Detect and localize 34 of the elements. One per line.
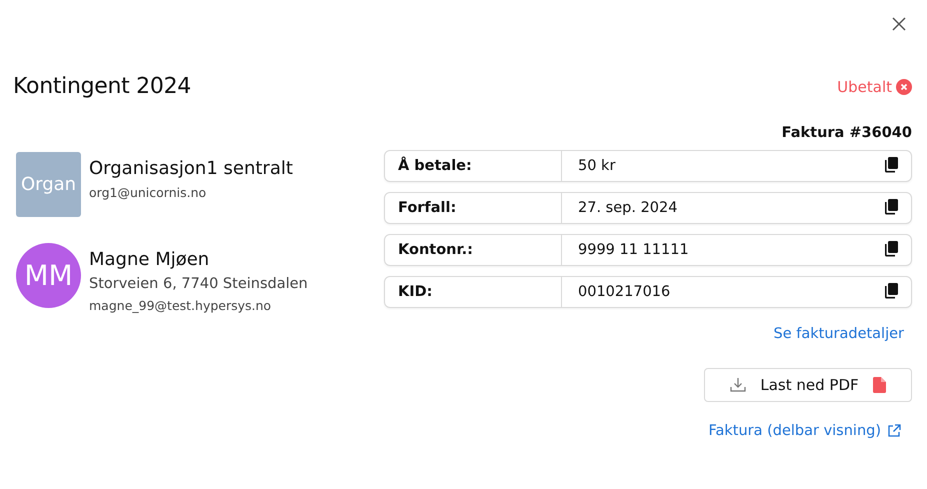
close-icon	[892, 17, 906, 31]
field-value: 27. sep. 2024	[577, 200, 678, 216]
copy-button[interactable]	[884, 283, 900, 301]
contact-address: Storveien 6, 7740 Steinsdalen	[89, 276, 308, 292]
invoice-title: Kontingent 2024	[13, 74, 191, 99]
download-pdf-button[interactable]: Last ned PDF	[704, 368, 912, 402]
pdf-file-icon	[872, 377, 886, 393]
download-icon	[730, 377, 746, 393]
contact-email: org1@unicornis.no	[89, 185, 208, 200]
avatar: Organ	[16, 152, 81, 217]
cross-icon	[896, 78, 912, 94]
copy-button[interactable]	[884, 157, 900, 175]
copy-icon	[884, 157, 898, 173]
share-link[interactable]: Faktura (delbar visning)	[708, 423, 901, 439]
field-label: Forfall:	[385, 193, 562, 223]
field-label: Å betale:	[385, 151, 562, 181]
status-label: Ubetalt	[837, 78, 892, 96]
copy-button[interactable]	[884, 241, 900, 259]
copy-button[interactable]	[884, 199, 900, 217]
invoice-number: Faktura #36040	[782, 125, 912, 141]
field-value: 9999 11 11111	[577, 242, 690, 258]
contact-email: magne_99@test.hypersys.no	[89, 298, 272, 313]
external-link-icon	[887, 424, 901, 438]
field-label: KID:	[385, 277, 562, 307]
details-link[interactable]: Se fakturadetaljer	[774, 326, 904, 342]
copy-icon	[884, 283, 898, 299]
contact-name: Magne Mjøen	[89, 249, 210, 270]
avatar: MM	[16, 243, 81, 308]
field-value: 0010217016	[577, 284, 672, 300]
field-label: Kontonr.:	[385, 235, 562, 265]
copy-icon	[884, 199, 898, 215]
copy-icon	[884, 241, 898, 257]
contact-name: Organisasjon1 sentralt	[89, 158, 293, 179]
field-value: 50 kr	[577, 158, 616, 174]
